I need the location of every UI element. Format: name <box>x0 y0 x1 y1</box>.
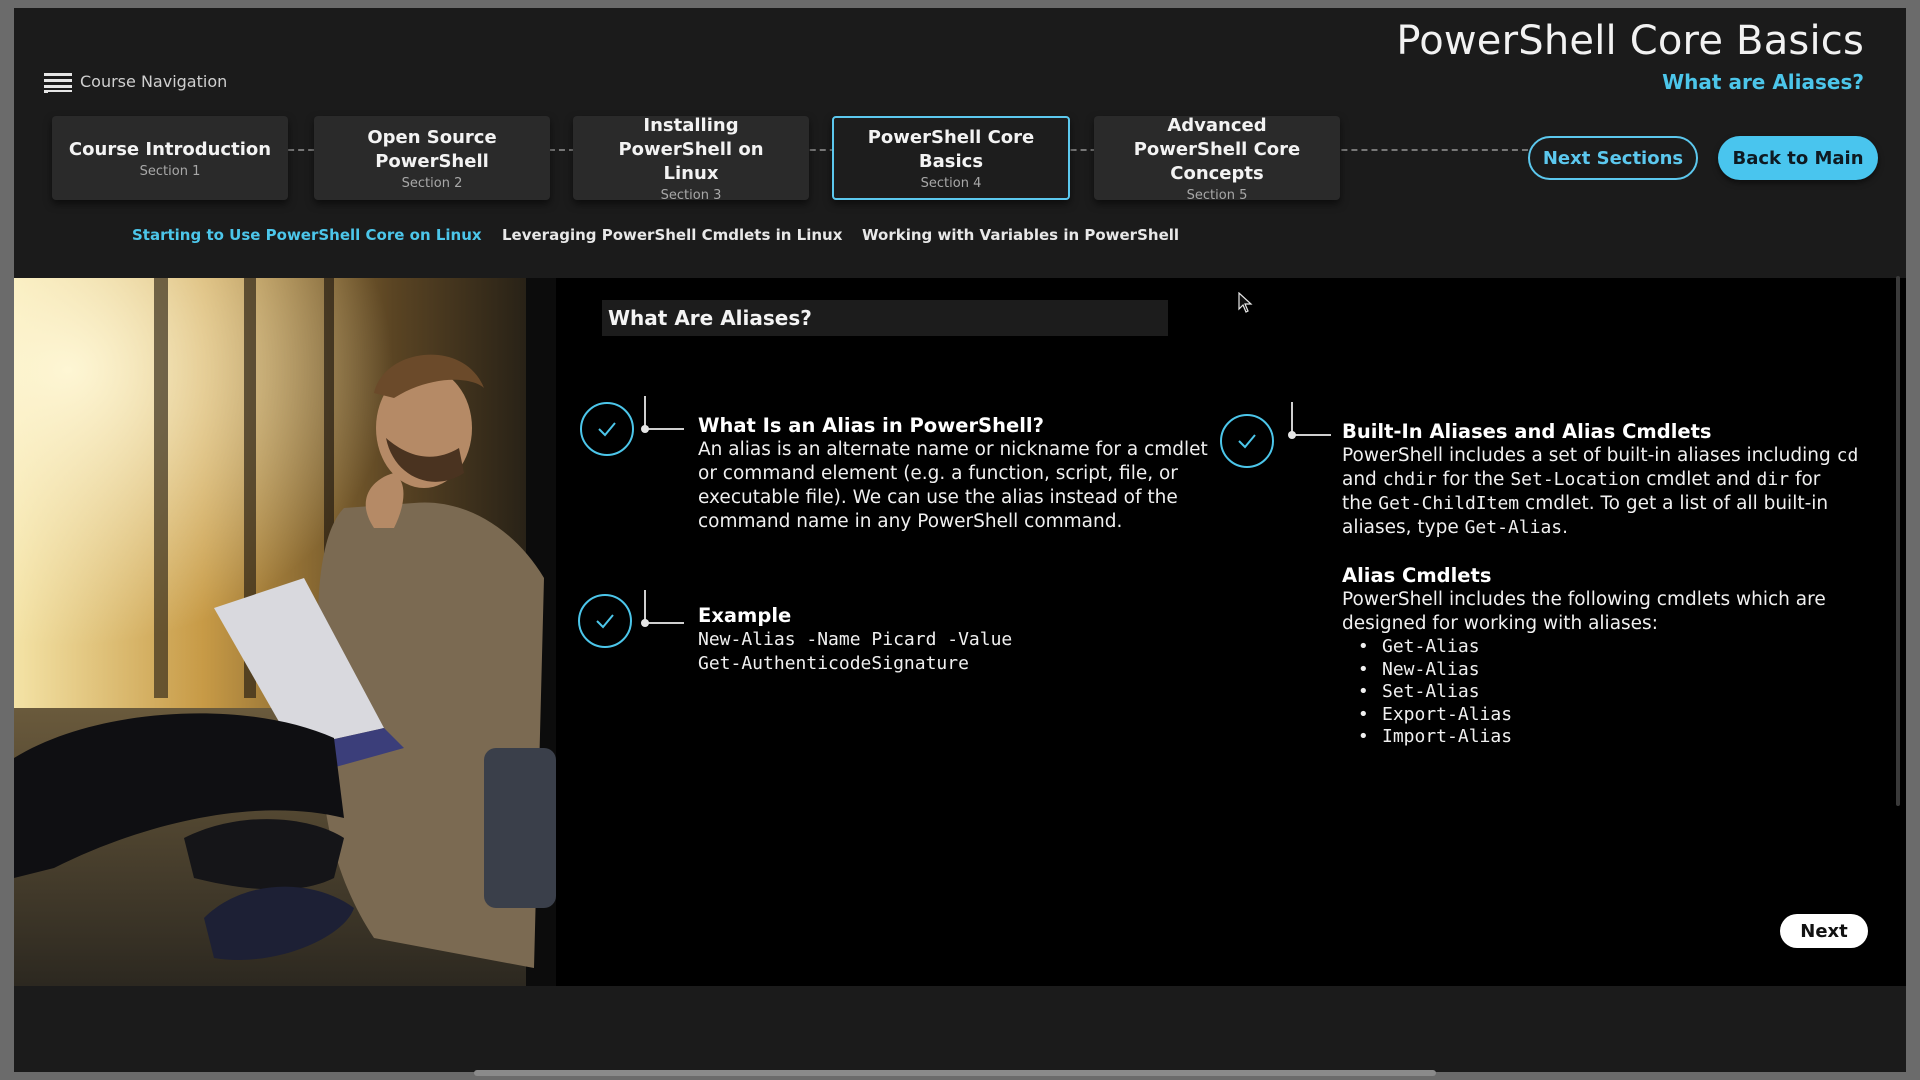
alias-definition-line: An alias is an alternate name or nicknam… <box>698 439 1208 460</box>
alias-definition-block: What Is an Alias in PowerShell? An alias… <box>698 414 1218 534</box>
step-title: Open Source PowerShell <box>367 126 497 172</box>
step-section-label: Section 5 <box>1186 187 1248 203</box>
subtopic-leveraging-cmdlets[interactable]: Leveraging PowerShell Cmdlets in Linux <box>502 226 842 244</box>
check-icon <box>1220 414 1274 468</box>
step-title: Advanced PowerShell Core Concepts <box>1133 114 1301 184</box>
connector-line <box>641 590 684 627</box>
alias-definition-line: executable file). We can use the alias i… <box>698 487 1178 508</box>
code-cd: cd <box>1836 445 1859 466</box>
list-item: New-Alias <box>1358 659 1882 682</box>
code-dir: dir <box>1756 469 1790 490</box>
step-advanced-powershell-core-concepts[interactable]: Advanced PowerShell Core Concepts Sectio… <box>1094 114 1340 203</box>
example-code-line: New-Alias -Name Picard -Value <box>698 629 1013 650</box>
step-installing-powershell-on-linux[interactable]: Installing PowerShell on Linux Section 3 <box>573 114 809 203</box>
step-open-source-powershell[interactable]: Open Source PowerShell Section 2 <box>314 116 550 200</box>
step-section-label: Section 2 <box>401 175 463 191</box>
alias-definition-line: command name in any PowerShell command. <box>698 511 1123 532</box>
code-chdir: chdir <box>1382 469 1437 490</box>
built-in-aliases-block: Built-In Aliases and Alias Cmdlets Power… <box>1342 420 1882 749</box>
lesson-photo <box>14 278 556 986</box>
step-title: PowerShell Core Basics <box>867 126 1035 172</box>
text: aliases, type <box>1342 517 1465 538</box>
man-with-laptop-image <box>14 278 556 986</box>
text: for <box>1789 469 1821 490</box>
list-icon <box>44 72 72 93</box>
list-item: Export-Alias <box>1358 704 1882 727</box>
text: and <box>1342 469 1383 490</box>
course-navigation-label: Course Navigation <box>80 72 228 91</box>
example-code-line: Get-AuthenticodeSignature <box>698 653 969 674</box>
section-steps: Course Introduction Section 1 Open Sourc… <box>38 108 1878 203</box>
code-get-alias: Get-Alias <box>1464 517 1563 538</box>
step-section-label: Section 3 <box>660 187 722 203</box>
code-set-location: Set-Location <box>1510 469 1641 490</box>
step-section-label: Section 4 <box>920 175 982 191</box>
horizontal-scrollbar[interactable] <box>474 1070 1436 1076</box>
mouse-pointer-icon <box>1238 292 1253 313</box>
app-window: PowerShell Core Basics What are Aliases?… <box>14 8 1906 1072</box>
alias-definition-line: or command element (e.g. a function, scr… <box>698 463 1178 484</box>
section-heading: What Are Aliases? <box>602 300 1168 336</box>
check-icon <box>580 402 634 456</box>
alias-cmdlets-line: PowerShell includes the following cmdlet… <box>1342 589 1826 610</box>
built-in-aliases-title: Built-In Aliases and Alias Cmdlets <box>1342 420 1712 443</box>
code-get-childitem: Get-ChildItem <box>1378 493 1520 514</box>
step-section-label: Section 1 <box>139 163 201 179</box>
text: cmdlet and <box>1640 469 1757 490</box>
course-navigation-toggle[interactable]: Course Navigation <box>44 72 228 93</box>
text: cmdlet. To get a list of all built-in <box>1519 493 1829 514</box>
next-sections-button[interactable]: Next Sections <box>1528 136 1698 180</box>
check-icon <box>578 594 632 648</box>
connector-line <box>641 396 684 433</box>
text: the <box>1342 493 1379 514</box>
example-block: Example New-Alias -Name Picard -Value Ge… <box>698 604 1218 676</box>
lesson-content: What Are Aliases? What Is an Alias in Po… <box>14 278 1906 986</box>
step-course-introduction[interactable]: Course Introduction Section 1 <box>52 116 288 200</box>
text: . <box>1562 517 1569 538</box>
text: PowerShell includes a set of built-in al… <box>1342 445 1837 466</box>
page-subtitle: What are Aliases? <box>1662 70 1864 94</box>
step-title: Course Introduction <box>68 138 272 160</box>
example-title: Example <box>698 604 792 627</box>
built-in-aliases-text: PowerShell includes a set of built-in al… <box>1342 444 1882 540</box>
text: for the <box>1436 469 1511 490</box>
vertical-scrollbar[interactable] <box>1896 276 1900 806</box>
list-item: Get-Alias <box>1358 636 1882 659</box>
connector-line <box>1288 402 1331 439</box>
alias-definition-title: What Is an Alias in PowerShell? <box>698 414 1044 437</box>
subtopic-starting-powershell-core-linux[interactable]: Starting to Use PowerShell Core on Linux <box>132 226 482 244</box>
step-title: Installing PowerShell on Linux <box>618 114 764 184</box>
course-title: PowerShell Core Basics <box>1396 18 1864 64</box>
list-item: Import-Alias <box>1358 726 1882 749</box>
alias-cmdlets-line: designed for working with aliases: <box>1342 613 1658 634</box>
alias-cmdlet-list: Get-Alias New-Alias Set-Alias Export-Ali… <box>1358 636 1882 749</box>
back-to-main-button[interactable]: Back to Main <box>1718 136 1878 180</box>
subtopic-working-with-variables[interactable]: Working with Variables in PowerShell <box>862 226 1179 244</box>
alias-cmdlets-title: Alias Cmdlets <box>1342 564 1492 587</box>
list-item: Set-Alias <box>1358 681 1882 704</box>
next-button[interactable]: Next <box>1780 914 1868 948</box>
step-powershell-core-basics[interactable]: PowerShell Core Basics Section 4 <box>832 116 1070 200</box>
